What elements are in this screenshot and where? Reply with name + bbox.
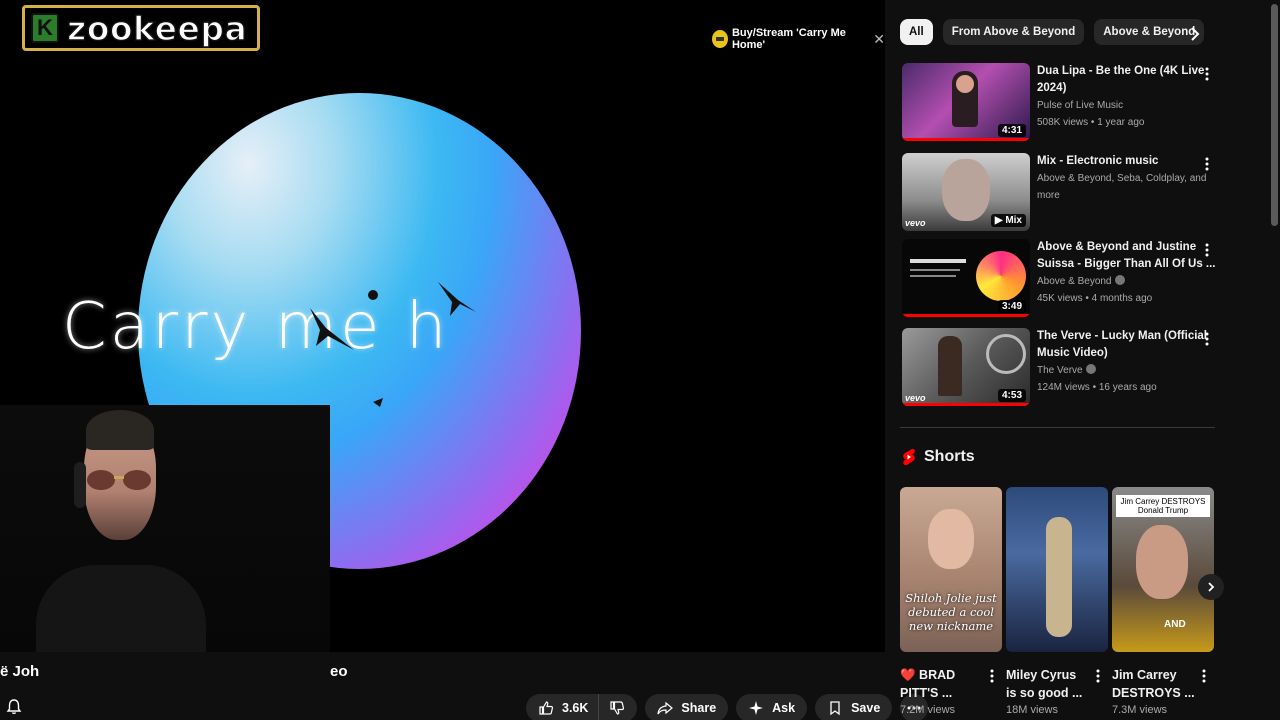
- recommended-video[interactable]: 4:31 Dua Lipa - Be the One (4K Live 2024…: [900, 63, 1220, 143]
- share-button[interactable]: Share: [645, 694, 729, 720]
- video-title[interactable]: The Verve - Lucky Man (Official Music Vi…: [1037, 328, 1217, 362]
- headset: [74, 462, 86, 508]
- short-views: 18M views: [1006, 704, 1058, 716]
- duration-badge: 4:53: [997, 389, 1026, 402]
- kebab-menu-icon[interactable]: [1205, 243, 1209, 257]
- chip-from-above-beyond[interactable]: From Above & Beyond: [942, 19, 1085, 45]
- watched-progress: [902, 138, 1030, 141]
- video-stats: 508K views • 1 year ago: [1037, 117, 1145, 128]
- streamer-body: [36, 565, 206, 652]
- music-store-icon: [712, 30, 728, 48]
- video-actions: 3.6K Share Ask Save: [526, 694, 929, 720]
- recommended-video[interactable]: vevo ▶ Mix Mix - Electronic music Above …: [900, 153, 1220, 233]
- video-title-fragment: ë Joh: [0, 663, 40, 680]
- channel-name[interactable]: Pulse of Live Music: [1037, 97, 1217, 114]
- ask-label: Ask: [772, 701, 796, 715]
- ask-button[interactable]: Ask: [736, 694, 808, 720]
- buy-stream-pill[interactable]: Buy/Stream 'Carry Me Home' ✕: [712, 27, 885, 51]
- video-thumbnail[interactable]: vevo 4:53: [902, 328, 1030, 406]
- verified-icon: [1114, 275, 1125, 285]
- short-badge: AND: [1164, 619, 1186, 630]
- filter-chips: All From Above & Beyond Above & Beyond: [900, 19, 1205, 45]
- section-divider: [900, 427, 1215, 428]
- short-caption: Shiloh Jolie just debuted a cool new nic…: [905, 591, 997, 633]
- recommended-video[interactable]: 3:49 Above & Beyond and Justine Suissa -…: [900, 239, 1220, 319]
- logo-text: zookeepa: [66, 8, 248, 49]
- sparkle-icon: [749, 701, 764, 715]
- short-title[interactable]: Jim Carrey DESTROYS ...: [1112, 666, 1196, 702]
- short-title[interactable]: Miley Cyrus is so good ...: [1006, 666, 1090, 702]
- short-thumbnail[interactable]: [1006, 487, 1108, 652]
- chevron-right-icon[interactable]: [1185, 24, 1205, 44]
- share-label: Share: [681, 701, 717, 715]
- save-label: Save: [851, 701, 881, 715]
- lyric-text: Carry me h: [62, 290, 450, 364]
- short-views: 7.2M views: [900, 704, 956, 716]
- thumbs-up-icon: [539, 701, 554, 715]
- video-thumbnail[interactable]: 3:49: [902, 239, 1030, 317]
- kebab-menu-icon[interactable]: [1205, 157, 1209, 171]
- video-title[interactable]: Dua Lipa - Be the One (4K Live 2024): [1037, 63, 1217, 97]
- short-caption: Jim Carrey DESTROYS Donald Trump: [1116, 495, 1210, 517]
- bird-icon: [310, 308, 354, 350]
- channel-name[interactable]: The Verve: [1037, 362, 1217, 379]
- verified-icon: [1085, 364, 1096, 374]
- kebab-menu-icon[interactable]: [1096, 669, 1100, 683]
- close-icon[interactable]: ✕: [873, 31, 885, 48]
- short-title[interactable]: ❤️ BRAD PITT'S ...: [900, 666, 984, 702]
- sunglasses-icon: [87, 470, 151, 490]
- buy-stream-label: Buy/Stream 'Carry Me Home': [731, 27, 846, 51]
- short-item[interactable]: Jim Carrey DESTROYS Donald Trump AND Jim…: [1112, 487, 1214, 716]
- bell-icon[interactable]: [5, 698, 23, 716]
- share-icon: [657, 701, 674, 715]
- video-title-fragment-right: eo: [330, 663, 348, 680]
- bird-icon: [438, 282, 476, 316]
- video-stats: 124M views • 16 years ago: [1037, 382, 1157, 393]
- save-button[interactable]: Save: [815, 694, 893, 720]
- like-button[interactable]: 3.6K: [526, 694, 599, 720]
- scrollbar-thumb[interactable]: [1271, 4, 1278, 226]
- channel-name[interactable]: Above & Beyond: [1037, 273, 1217, 290]
- video-thumbnail[interactable]: 4:31: [902, 63, 1030, 141]
- duration-badge: 4:31: [997, 124, 1026, 137]
- video-title[interactable]: Above & Beyond and Justine Suissa - Bigg…: [1037, 239, 1217, 273]
- shorts-heading: Shorts: [902, 448, 975, 466]
- short-item[interactable]: Shiloh Jolie just debuted a cool new nic…: [900, 487, 1002, 716]
- bird-icon: [373, 398, 383, 407]
- dislike-button[interactable]: [598, 694, 638, 720]
- watched-progress: [902, 314, 1030, 317]
- recommended-video[interactable]: vevo 4:53 The Verve - Lucky Man (Officia…: [900, 328, 1220, 408]
- chevron-right-icon: [1208, 582, 1215, 592]
- video-thumbnail[interactable]: vevo ▶ Mix: [902, 153, 1030, 231]
- mix-badge: ▶ Mix: [990, 214, 1026, 227]
- kebab-menu-icon[interactable]: [990, 669, 994, 683]
- watched-progress: [902, 403, 1030, 406]
- shorts-title: Shorts: [924, 448, 975, 465]
- kebab-menu-icon[interactable]: [1202, 669, 1206, 683]
- streamer-hair: [86, 410, 154, 450]
- thumbs-down-icon: [610, 701, 625, 715]
- video-player[interactable]: Carry me h K zookeepa Buy/Stream 'Carry …: [0, 0, 885, 652]
- shorts-logo-icon: [903, 448, 915, 466]
- vevo-logo: vevo: [905, 218, 926, 228]
- channel-logo: K zookeepa: [22, 5, 260, 51]
- duration-badge: 3:49: [997, 300, 1026, 313]
- kebab-menu-icon[interactable]: [1205, 332, 1209, 346]
- short-views: 7.3M views: [1112, 704, 1168, 716]
- video-title[interactable]: Mix - Electronic music: [1037, 153, 1217, 170]
- video-stats: 45K views • 4 months ago: [1037, 293, 1153, 304]
- kebab-menu-icon[interactable]: [1205, 67, 1209, 81]
- short-thumbnail[interactable]: Jim Carrey DESTROYS Donald Trump AND: [1112, 487, 1214, 652]
- like-count: 3.6K: [562, 701, 589, 715]
- logo-k-icon: K: [31, 13, 59, 43]
- short-thumbnail[interactable]: Shiloh Jolie just debuted a cool new nic…: [900, 487, 1002, 652]
- page-scrollbar[interactable]: [1269, 0, 1280, 720]
- shorts-next-button[interactable]: [1198, 574, 1224, 600]
- bookmark-icon: [830, 701, 840, 716]
- channel-name[interactable]: Above & Beyond, Seba, Coldplay, and more: [1037, 170, 1217, 204]
- chip-all[interactable]: All: [900, 19, 933, 45]
- short-item[interactable]: Miley Cyrus is so good ... 18M views: [1006, 487, 1108, 716]
- bird-icon: [368, 290, 378, 300]
- vevo-logo: vevo: [905, 393, 926, 403]
